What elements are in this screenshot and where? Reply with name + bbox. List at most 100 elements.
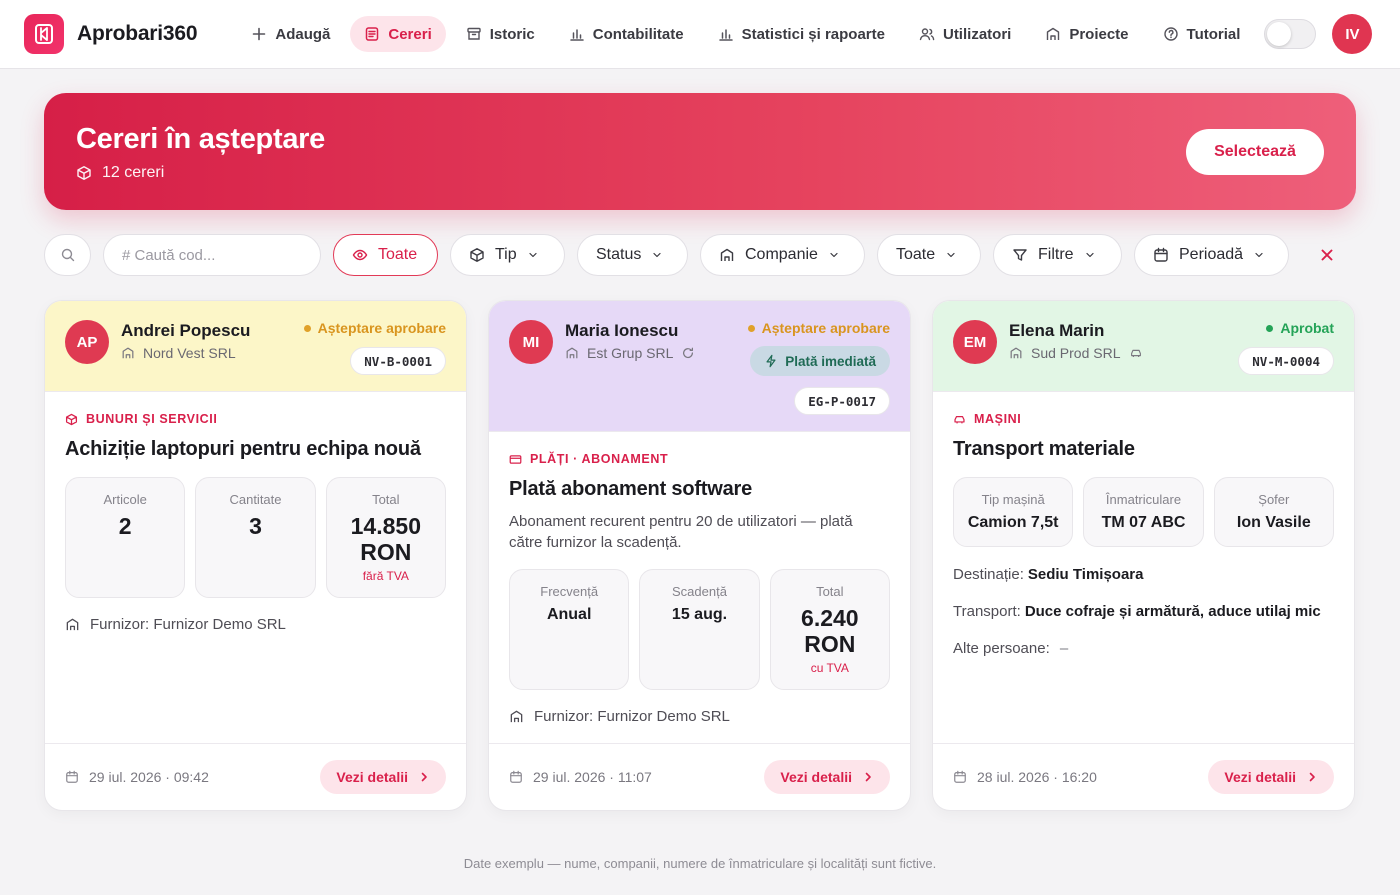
destination-label: Destinație: [953, 566, 1024, 583]
search-code-input[interactable] [103, 234, 321, 276]
stat-value: Camion 7,5t [967, 514, 1059, 531]
filter-label: Filtre [1038, 246, 1074, 263]
stat-articles: Articole 2 [65, 477, 186, 598]
box-icon [470, 248, 484, 262]
filter-label: Toate [378, 246, 418, 263]
request-description: Abonament recurent pentru 20 de utilizat… [509, 513, 853, 551]
nav-item-utilizatori[interactable]: Utilizatori [905, 16, 1025, 52]
filter-all-dropdown[interactable]: Toate [877, 234, 981, 276]
stat-note: fără TVA [362, 569, 409, 583]
building-icon [720, 248, 734, 261]
nav-item-label: Contabilitate [592, 25, 684, 43]
request-code: NV-B-0001 [350, 347, 446, 375]
stat-value: Ion Vasile [1236, 514, 1311, 531]
destination-value: Sediu Timișoara [1027, 566, 1144, 583]
request-code: EG-P-0017 [794, 387, 890, 415]
eye-icon [352, 249, 368, 261]
supplier-text: Furnizor: Furnizor Demo SRL [534, 708, 730, 725]
filter-label: Companie [745, 246, 818, 263]
pending-requests-banner: Cereri în așteptare 12 cereri Selectează [44, 93, 1356, 210]
company: Nord Vest SRL [121, 345, 236, 361]
stat-value: Anual [546, 606, 592, 623]
view-details-button[interactable]: Vezi detalii [764, 760, 890, 794]
nav-item-label: Tutorial [1186, 25, 1241, 43]
stat-label: Articole [103, 492, 147, 507]
chevron-right-icon [421, 772, 427, 782]
stat-driver: Șofer Ion Vasile [1213, 477, 1334, 547]
stat-label: Scadență [672, 584, 727, 599]
nav-item-tutorial[interactable]: Tutorial [1149, 16, 1255, 52]
building-icon [510, 710, 523, 723]
badge-label: Plată imediată [785, 353, 876, 369]
transport-line: Transport: Duce cofraje și armătură, aduc… [953, 603, 1334, 620]
bar-chart-icon [718, 29, 733, 41]
status-label: Așteptare aprobare [317, 320, 446, 336]
card-header: MI Maria Ionescu Est Grup SRL Așteptare … [489, 301, 910, 432]
status-label: Aprobat [1280, 320, 1334, 336]
filter-more-dropdown[interactable]: Filtre [993, 234, 1122, 276]
app-logo[interactable] [24, 14, 64, 54]
requester-name: Elena Marin [1009, 321, 1105, 340]
filter-view-all[interactable]: Toate [333, 234, 438, 276]
search-icon [61, 248, 74, 262]
status-badge: Așteptare aprobare [747, 320, 890, 336]
card-header: AP Andrei Popescu Nord Vest SRL Așteptar… [45, 301, 466, 392]
view-details-button[interactable]: Vezi detalii [320, 760, 446, 794]
filter-period-dropdown[interactable]: Perioadă [1134, 234, 1289, 276]
view-details-button[interactable]: Vezi detalii [1208, 760, 1334, 794]
request-card[interactable]: EM Elena Marin Sud Prod SRL Aprobat NV-M… [932, 300, 1355, 811]
bar-chart-icon [570, 29, 584, 41]
status-dot [1266, 324, 1274, 332]
nav-item-label: Utilizatori [942, 25, 1012, 43]
nav-item-label: Adaugă [275, 25, 331, 43]
other-people-label: Alte persoane: [953, 640, 1050, 657]
filter-type-dropdown[interactable]: Tip [450, 234, 565, 276]
app-title: Aprobari360 [77, 22, 198, 45]
stat-label: Înmatriculare [1105, 492, 1182, 507]
nav-item-istoric[interactable]: Istoric [452, 16, 549, 52]
calendar-icon [1154, 247, 1168, 262]
transport-label: Transport: [953, 603, 1021, 620]
stat-total: Total 6.240 RON cu TVA [769, 569, 890, 690]
stat-unit: RON [360, 539, 412, 565]
filter-status-dropdown[interactable]: Status [577, 234, 688, 276]
supplier-line: Furnizor: Furnizor Demo SRL [509, 708, 890, 725]
stat-vehicle-type: Tip mașină Camion 7,5t [953, 477, 1074, 547]
nav-item-proiecte[interactable]: Proiecte [1031, 16, 1142, 52]
requester-name: Maria Ionescu [565, 321, 679, 340]
page-title: Cereri în așteptare [76, 123, 325, 155]
card-footer: 28 iul. 2026 · 16:20 Vezi detalii [933, 743, 1354, 810]
user-avatar[interactable]: IV [1332, 14, 1373, 54]
company: Sud Prod SRL [1009, 345, 1143, 361]
nav-item-cereri[interactable]: Cereri [350, 16, 446, 52]
nav-item-contabilitate[interactable]: Contabilitate [555, 16, 698, 52]
stat-label: Șofer [1258, 492, 1290, 507]
other-people-line: Alte persoane: – [953, 640, 1334, 657]
company-name: Sud Prod SRL [1031, 345, 1121, 361]
request-title: Achiziție laptopuri pentru echipa nouă [65, 438, 421, 460]
building-icon [1010, 347, 1022, 359]
category-label: PLĂȚI · ABONAMENT [509, 452, 890, 466]
theme-toggle[interactable] [1264, 19, 1317, 49]
nav-item-adauga[interactable]: Adaugă [237, 16, 344, 52]
car-icon [954, 415, 965, 423]
search-button[interactable] [44, 234, 91, 276]
select-button[interactable]: Selectează [1186, 129, 1324, 175]
details-label: Vezi detalii [1224, 769, 1296, 785]
main-nav: Adaugă Cereri Istoric Contabilitate Stat… [237, 16, 1254, 52]
details-label: Vezi detalii [780, 769, 852, 785]
nav-item-statistici[interactable]: Statistici și rapoarte [704, 16, 899, 52]
logo-icon [35, 24, 53, 44]
request-card[interactable]: MI Maria Ionescu Est Grup SRL Așteptare … [488, 300, 911, 811]
request-card[interactable]: AP Andrei Popescu Nord Vest SRL Așteptar… [44, 300, 467, 811]
toggle-knob [1267, 22, 1292, 46]
filter-company-dropdown[interactable]: Companie [700, 234, 865, 276]
stat-value: 3 [249, 513, 262, 539]
request-title: Transport materiale [953, 438, 1135, 460]
stat-label: Tip mașină [981, 492, 1045, 507]
request-title: Plată abonament software [509, 478, 753, 500]
avatar: AP [65, 320, 109, 364]
clear-filters-icon[interactable] [1318, 246, 1336, 264]
date-text: 29 iul. 2026 · 09:42 [89, 769, 209, 785]
avatar: EM [953, 320, 997, 364]
